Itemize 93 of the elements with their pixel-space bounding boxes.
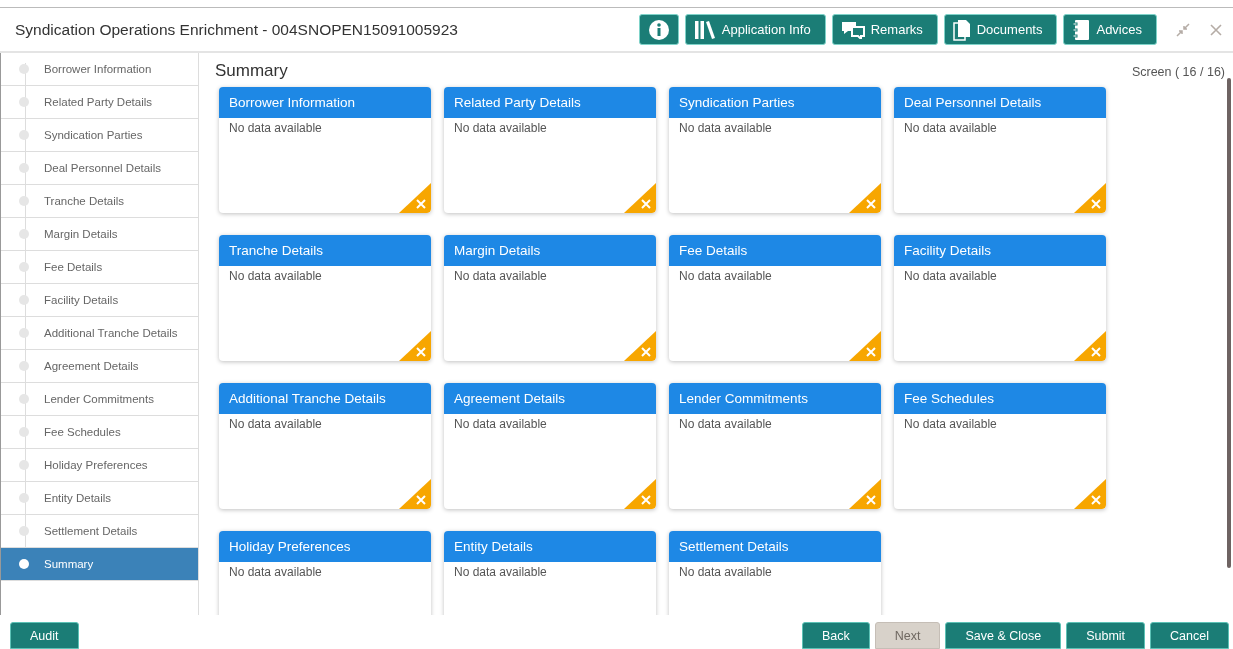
- card-text: No data available: [228, 120, 323, 137]
- close-corner-icon[interactable]: [1074, 331, 1106, 361]
- close-corner-icon[interactable]: [1074, 183, 1106, 213]
- card-text: No data available: [453, 416, 548, 433]
- sidebar-item[interactable]: Syndication Parties: [1, 119, 198, 152]
- close-corner-icon[interactable]: [849, 331, 881, 361]
- card-text: No data available: [678, 564, 773, 581]
- card-text: No data available: [678, 268, 773, 285]
- card-text: No data available: [228, 564, 323, 581]
- documents-icon: [952, 18, 971, 41]
- card-title: Fee Details: [669, 235, 881, 266]
- header-button[interactable]: Documents: [943, 14, 1058, 45]
- summary-card[interactable]: Fee Details No data available: [669, 235, 881, 361]
- summary-card[interactable]: Facility Details No data available: [894, 235, 1106, 361]
- sidebar-item[interactable]: Margin Details: [1, 218, 198, 251]
- close-corner-icon[interactable]: [1074, 479, 1106, 509]
- summary-card[interactable]: Fee Schedules No data available: [894, 383, 1106, 509]
- card-text: No data available: [228, 416, 323, 433]
- summary-card[interactable]: Agreement Details No data available: [444, 383, 656, 509]
- card-title: Entity Details: [444, 531, 656, 562]
- page-title: Summary: [215, 61, 288, 81]
- summary-card[interactable]: Deal Personnel Details No data available: [894, 87, 1106, 213]
- summary-card[interactable]: Entity Details No data available: [444, 531, 656, 615]
- card-text: No data available: [903, 268, 998, 285]
- card-text: No data available: [678, 416, 773, 433]
- close-corner-icon[interactable]: [624, 479, 656, 509]
- sidebar-item[interactable]: Lender Commitments: [1, 383, 198, 416]
- card-text: No data available: [228, 268, 323, 285]
- footer-button[interactable]: Cancel: [1150, 622, 1229, 649]
- close-corner-icon[interactable]: [624, 183, 656, 213]
- card-title: Margin Details: [444, 235, 656, 266]
- summary-card[interactable]: Borrower Information No data available: [219, 87, 431, 213]
- card-title: Fee Schedules: [894, 383, 1106, 414]
- minimize-icon[interactable]: [1175, 21, 1191, 38]
- summary-card[interactable]: Settlement Details No data available: [669, 531, 881, 615]
- card-title: Additional Tranche Details: [219, 383, 431, 414]
- sidebar-item[interactable]: Entity Details: [1, 482, 198, 515]
- scrollbar[interactable]: [1227, 78, 1231, 568]
- sidebar-item[interactable]: Fee Details: [1, 251, 198, 284]
- books-icon: [693, 19, 716, 40]
- card-title: Lender Commitments: [669, 383, 881, 414]
- close-corner-icon[interactable]: [624, 331, 656, 361]
- card-title: Facility Details: [894, 235, 1106, 266]
- close-corner-icon[interactable]: [399, 479, 431, 509]
- close-corner-icon[interactable]: [849, 479, 881, 509]
- sidebar-item[interactable]: Borrower Information: [1, 53, 198, 86]
- sidebar-item[interactable]: Summary: [1, 548, 198, 581]
- card-text: No data available: [453, 564, 548, 581]
- audit-button[interactable]: Audit: [10, 622, 79, 649]
- sidebar-item[interactable]: Fee Schedules: [1, 416, 198, 449]
- close-corner-icon[interactable]: [399, 183, 431, 213]
- sidebar-item[interactable]: Additional Tranche Details: [1, 317, 198, 350]
- info-icon: [647, 18, 670, 41]
- sidebar-item[interactable]: Agreement Details: [1, 350, 198, 383]
- card-title: Holiday Preferences: [219, 531, 431, 562]
- card-title: Syndication Parties: [669, 87, 881, 118]
- close-icon[interactable]: [1209, 22, 1223, 37]
- summary-card[interactable]: Additional Tranche Details No data available: [219, 383, 431, 509]
- card-title: Settlement Details: [669, 531, 881, 562]
- summary-card[interactable]: Lender Commitments No data available: [669, 383, 881, 509]
- summary-card[interactable]: Related Party Details No data available: [444, 87, 656, 213]
- card-title: Agreement Details: [444, 383, 656, 414]
- sidebar-item[interactable]: Tranche Details: [1, 185, 198, 218]
- close-corner-icon[interactable]: [849, 183, 881, 213]
- close-corner-icon[interactable]: [399, 331, 431, 361]
- card-title: Deal Personnel Details: [894, 87, 1106, 118]
- footer-button[interactable]: Submit: [1066, 622, 1146, 649]
- summary-card[interactable]: Holiday Preferences No data available: [219, 531, 431, 615]
- sidebar-item[interactable]: Deal Personnel Details: [1, 152, 198, 185]
- card-text: No data available: [453, 268, 548, 285]
- card-title: Tranche Details: [219, 235, 431, 266]
- card-title: Borrower Information: [219, 87, 431, 118]
- header-button[interactable]: Application Info: [684, 14, 826, 45]
- header-button[interactable]: Remarks: [831, 14, 938, 45]
- footer-button[interactable]: Back: [801, 622, 870, 649]
- summary-card[interactable]: Tranche Details No data available: [219, 235, 431, 361]
- header-button[interactable]: Advices: [1063, 14, 1157, 45]
- sidebar-item[interactable]: Holiday Preferences: [1, 449, 198, 482]
- screen-counter: Screen ( 16 / 16): [1131, 65, 1225, 79]
- summary-card[interactable]: Syndication Parties No data available: [669, 87, 881, 213]
- card-text: No data available: [453, 120, 548, 137]
- chat-icon: [840, 20, 865, 39]
- summary-card[interactable]: Margin Details No data available: [444, 235, 656, 361]
- card-title: Related Party Details: [444, 87, 656, 118]
- window-title: Syndication Operations Enrichment - 004SNOPEN15091005923: [15, 20, 458, 39]
- card-text: No data available: [903, 416, 998, 433]
- footer-button[interactable]: Save & Close: [945, 622, 1062, 649]
- card-text: No data available: [903, 120, 998, 137]
- card-text: No data available: [678, 120, 773, 137]
- notebook-icon: [1072, 18, 1091, 41]
- sidebar-item[interactable]: Facility Details: [1, 284, 198, 317]
- info-button[interactable]: [638, 14, 679, 45]
- sidebar-item[interactable]: Related Party Details: [1, 86, 198, 119]
